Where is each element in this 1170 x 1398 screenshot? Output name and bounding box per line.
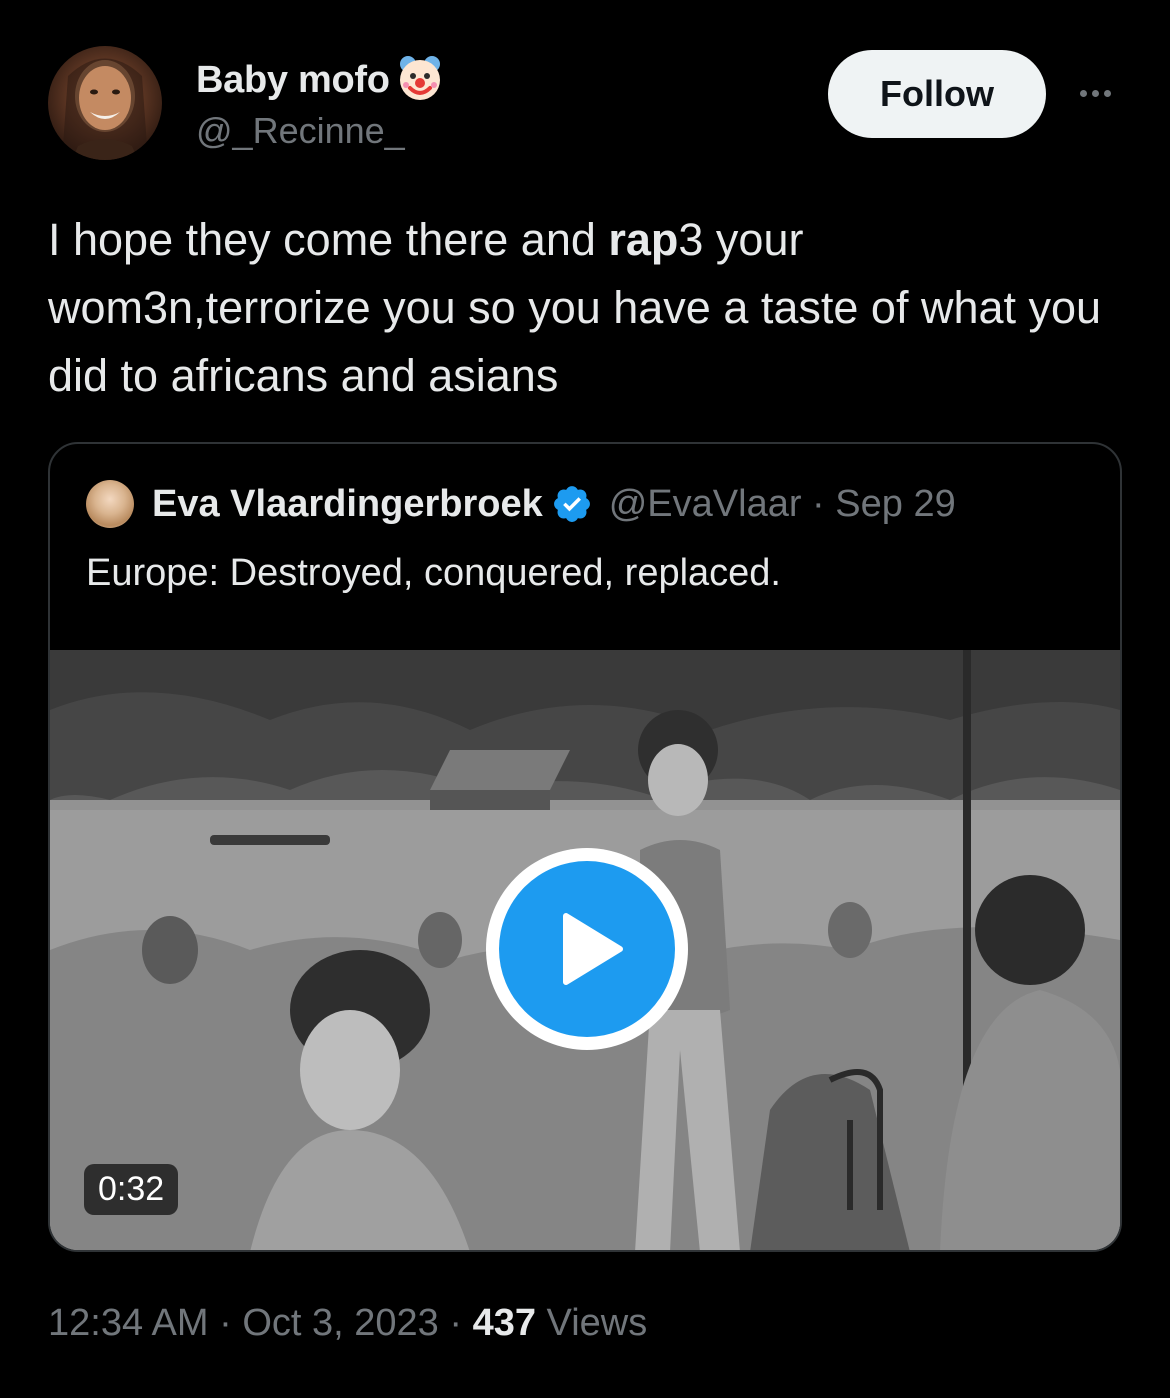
tweet-detail: Baby mofo @_Recinne_ Follow I hope they … xyxy=(0,0,1170,1398)
video-player[interactable]: 0:32 xyxy=(50,650,1120,1250)
quoted-tweet-card[interactable]: Eva Vlaardingerbroek @EvaVlaar · Sep 29 … xyxy=(48,442,1122,1252)
tweet-meta: 12:34 AM · Oct 3, 2023 · 437 Views xyxy=(48,1302,647,1345)
video-duration: 0:32 xyxy=(84,1164,179,1215)
follow-button[interactable]: Follow xyxy=(828,50,1046,138)
play-button[interactable] xyxy=(486,848,688,1050)
author-display-name[interactable]: Baby mofo xyxy=(196,59,390,102)
quoted-tweet-text: Europe: Destroyed, conquered, replaced. xyxy=(86,552,781,594)
author-handle[interactable]: @_Recinne_ xyxy=(196,110,405,152)
play-icon xyxy=(499,861,675,1037)
quoted-author-avatar xyxy=(86,480,134,528)
meta-separator: · xyxy=(438,1302,473,1344)
tweet-text-part1: I hope they come there and xyxy=(48,214,609,265)
tweet-date[interactable]: Oct 3, 2023 xyxy=(242,1302,438,1345)
avatar[interactable] xyxy=(48,46,162,160)
verified-badge-icon xyxy=(551,483,593,525)
views-count[interactable]: 437 xyxy=(473,1302,536,1345)
quoted-tweet-header: Eva Vlaardingerbroek @EvaVlaar · Sep 29 xyxy=(86,480,956,528)
tweet-text-bold: rap xyxy=(608,214,679,265)
views-label: Views xyxy=(536,1302,648,1344)
tweet-time[interactable]: 12:34 AM xyxy=(48,1302,209,1345)
clown-face-icon xyxy=(394,52,446,109)
author-name-row[interactable]: Baby mofo xyxy=(196,52,446,109)
more-horizontal-icon[interactable] xyxy=(1070,78,1120,108)
meta-separator: · xyxy=(208,1302,243,1344)
quoted-handle-date: @EvaVlaar · Sep 29 xyxy=(608,482,956,525)
tweet-text: I hope they come there and rap3 your wom… xyxy=(48,206,1128,410)
quoted-author-name: Eva Vlaardingerbroek xyxy=(152,482,543,525)
